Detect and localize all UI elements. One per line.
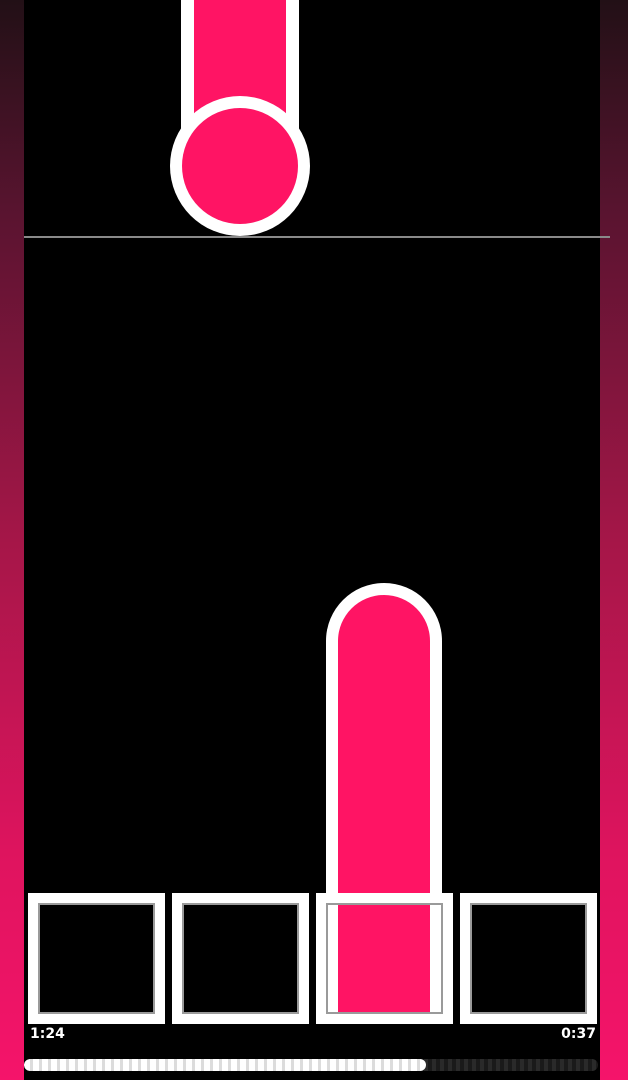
right-border — [600, 0, 628, 1080]
elapsed-time: 1:24 — [30, 1026, 65, 1042]
left-border — [0, 0, 24, 1080]
lane-2-receptor[interactable] — [172, 893, 309, 1024]
lane-3-receptor-active[interactable] — [316, 893, 453, 1024]
song-progress-fill — [24, 1059, 426, 1071]
hit-line — [24, 236, 610, 238]
remaining-time: 0:37 — [561, 1026, 596, 1042]
lane-1-receptor[interactable] — [28, 893, 165, 1024]
falling-hold-note — [170, 0, 310, 238]
lane-4-receptor[interactable] — [460, 893, 597, 1024]
song-progress-bar — [24, 1059, 598, 1071]
